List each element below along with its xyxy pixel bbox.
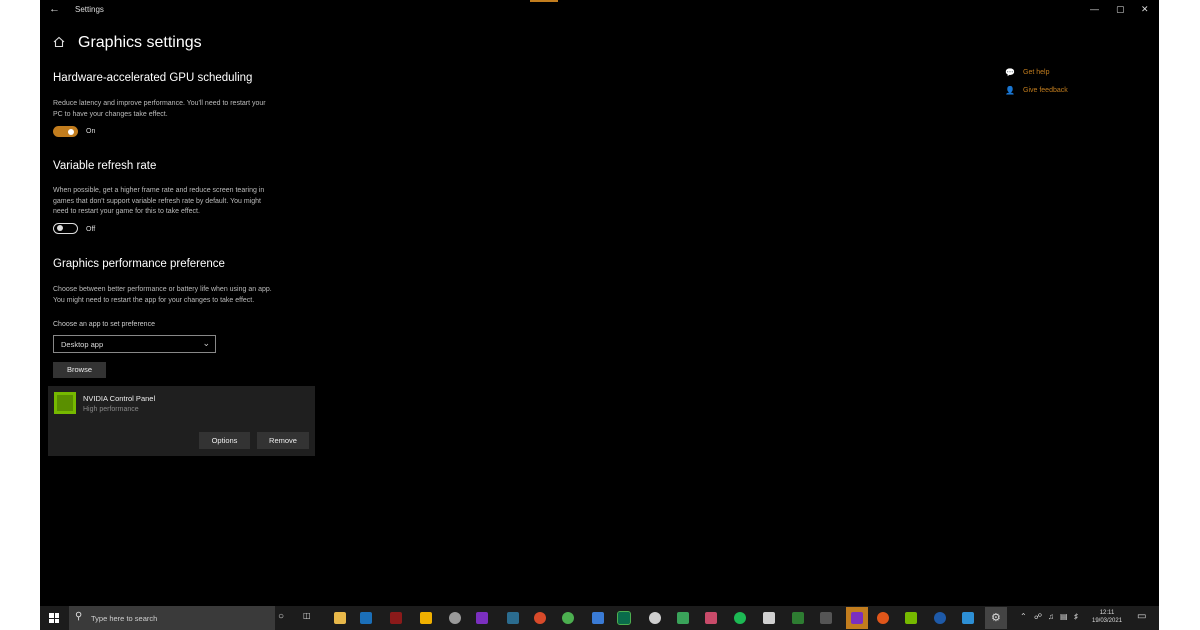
app-icon-purple[interactable] [476,612,488,624]
browse-button[interactable]: Browse [53,362,106,378]
network-icon[interactable]: ▤ [1060,612,1068,621]
chevron-up-icon[interactable]: ⌃ [1020,612,1027,621]
app-icon-blue-round[interactable] [934,612,946,624]
gpu-scheduling-desc-line2: PC to have your changes take effect. [53,110,168,118]
file-explorer-icon[interactable] [334,612,346,624]
app-icon-dark[interactable] [820,612,832,624]
gear-icon[interactable]: ⚙ [991,611,1001,624]
chevron-down-icon: ⌄ [202,338,210,348]
vrr-toggle[interactable] [53,223,78,234]
home-icon[interactable] [53,36,65,48]
taskbar-search-placeholder: Type here to search [91,614,158,623]
app-icon-orange[interactable] [877,612,889,624]
microphone-icon[interactable]: ♫ [1048,612,1054,621]
app-entry-performance: High performance [83,406,139,413]
preference-desc-line1: Choose between better performance or bat… [53,286,272,293]
app-type-select-value: Desktop app [61,340,104,349]
browser-icon[interactable] [534,612,546,624]
app-icon-red[interactable] [390,612,402,624]
get-help-link[interactable]: Get help [1023,69,1049,76]
gpu-scheduling-state: On [86,128,96,135]
excel-icon[interactable] [792,612,804,624]
nvidia-app-icon [54,392,76,414]
xbox-icon[interactable] [649,612,661,624]
vrr-desc-line2: games that don't support variable refres… [53,197,261,205]
app-icon-green[interactable] [677,612,689,624]
give-feedback-link[interactable]: Give feedback [1023,87,1068,94]
gpu-scheduling-heading: Hardware-accelerated GPU scheduling [53,72,253,84]
maximize-button[interactable]: ▢ [1116,4,1125,15]
window-titlebar: ← Settings — ▢ ✕ [40,0,1159,22]
app-icon-grey[interactable] [449,612,461,624]
taskbar-clock[interactable]: 12:11 19/03/2021 [1092,609,1122,625]
titlebar-accent-line [530,0,558,2]
volume-icon[interactable]: ♯ [1074,612,1078,621]
nvidia-icon[interactable] [905,612,917,624]
app-icon-pink[interactable] [705,612,717,624]
chrome-icon[interactable] [562,612,574,624]
toggle-knob [57,225,63,231]
desktop-screen: ← Settings — ▢ ✕ Graphics settings Hardw… [40,0,1159,630]
gpu-scheduling-desc-line1: Reduce latency and improve performance. … [53,100,266,107]
app-icon-purple-active[interactable] [851,612,863,624]
app-icon-teal[interactable] [507,612,519,624]
vrr-desc-line1: When possible, get a higher frame rate a… [53,187,265,194]
windows-start-icon[interactable] [49,613,59,623]
mail-icon[interactable] [962,612,974,624]
cortana-icon[interactable]: ○ [278,611,284,622]
gpu-scheduling-toggle[interactable] [53,126,78,137]
page-title: Graphics settings [78,34,202,51]
app-entry-card[interactable]: NVIDIA Control Panel High performance Op… [48,386,315,456]
app-icon-green-v[interactable] [617,611,631,625]
steam-icon[interactable] [360,612,372,624]
app-type-select[interactable]: Desktop app ⌄ [53,335,216,353]
remove-button[interactable]: Remove [257,432,309,449]
spotify-icon[interactable] [734,612,746,624]
app-entry-name: NVIDIA Control Panel [83,394,156,403]
clock-date: 19/03/2021 [1092,618,1123,624]
taskbar-search-box[interactable]: ⚲ Type here to search [69,606,275,630]
clock-time: 12:11 [1099,610,1115,616]
preference-heading: Graphics performance preference [53,258,225,270]
back-arrow-icon[interactable]: ← [49,3,60,15]
preference-desc-line2: You might need to restart the app for yo… [53,296,255,304]
window-title: Settings [75,5,104,14]
vrr-desc-line3: need to restart your game for this to ta… [53,208,200,215]
close-button[interactable]: ✕ [1141,4,1149,15]
feedback-icon: 👤 [1005,86,1015,95]
options-button[interactable]: Options [199,432,250,449]
search-icon: ⚲ [75,611,83,622]
minimize-button[interactable]: — [1090,4,1099,14]
app-select-label: Choose an app to set preference [53,321,155,328]
vrr-heading: Variable refresh rate [53,160,157,172]
app-icon-yellow[interactable] [420,612,432,624]
get-help-icon: 💬 [1005,68,1015,77]
app-icon-white[interactable] [763,612,775,624]
taskbar: ⚲ Type here to search ○ ◫ ⚙ ⌃ ☍ ♫ ▤ ♯ 12… [40,606,1159,630]
vrr-state: Off [86,226,96,233]
app-icon-blue[interactable] [592,612,604,624]
toggle-knob [68,128,74,135]
notification-icon[interactable]: ▭ [1137,611,1146,622]
task-view-icon[interactable]: ◫ [303,611,311,620]
tray-app-icon[interactable]: ☍ [1034,612,1042,621]
